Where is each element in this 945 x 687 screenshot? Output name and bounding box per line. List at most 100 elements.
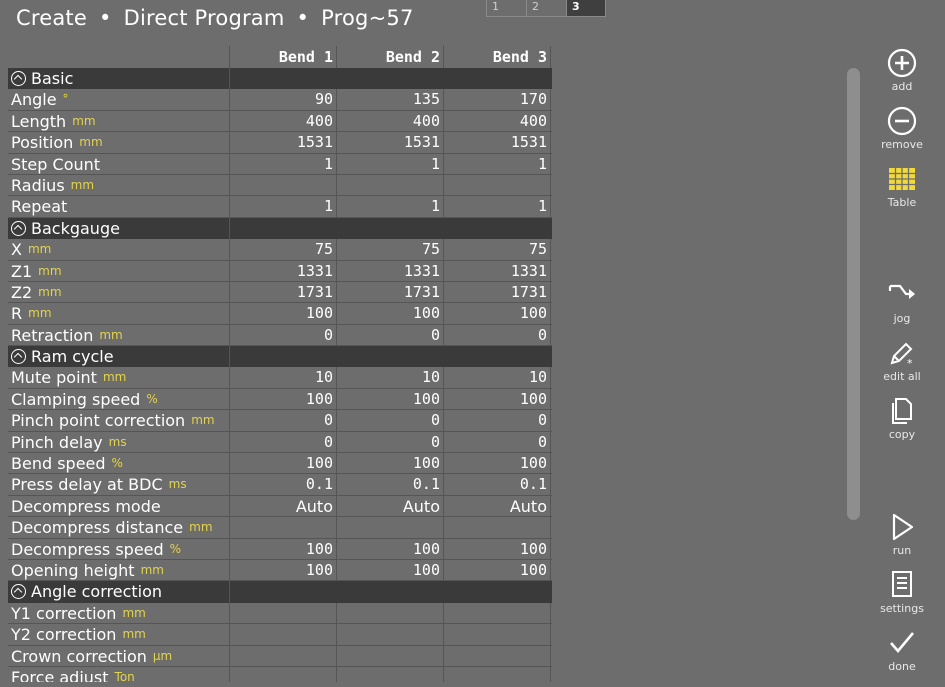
section-header[interactable]: Angle correction — [8, 581, 552, 603]
jog-button[interactable]: jog — [872, 280, 932, 325]
value-cell-bend-2[interactable]: 135 — [337, 89, 444, 110]
value-cell-bend-3[interactable]: 0 — [444, 324, 551, 346]
value-cell-bend-3[interactable]: 1731 — [444, 281, 551, 303]
value-cell-bend-2[interactable]: 100 — [337, 303, 444, 324]
section-header[interactable]: Backgauge — [8, 217, 552, 240]
value-cell-bend-3[interactable]: 1 — [444, 153, 551, 174]
value-cell-bend-1[interactable]: 0 — [230, 324, 337, 346]
value-cell-bend-2[interactable]: 0 — [337, 410, 444, 431]
value-cell-bend-3[interactable] — [444, 645, 551, 666]
value-cell-bend-1[interactable] — [230, 666, 337, 682]
value-cell-bend-1[interactable] — [230, 645, 337, 666]
parameter-label: Decompress speed% — [8, 538, 230, 559]
value-cell-bend-2[interactable]: 0.1 — [337, 474, 444, 495]
value-cell-bend-2[interactable]: 1 — [337, 153, 444, 174]
value-cell-bend-1[interactable]: 1 — [230, 196, 337, 217]
value-cell-bend-2[interactable]: Auto — [337, 495, 444, 517]
value-cell-bend-1[interactable]: 90 — [230, 89, 337, 110]
value-cell-bend-1[interactable]: 100 — [230, 303, 337, 324]
value-cell-bend-2[interactable]: 1331 — [337, 260, 444, 281]
column-header-bend-1[interactable]: Bend 1 — [230, 46, 337, 68]
value-cell-bend-1[interactable]: Auto — [230, 495, 337, 517]
collapse-icon[interactable] — [11, 71, 26, 86]
value-cell-bend-3[interactable]: 0.1 — [444, 474, 551, 495]
value-cell-bend-3[interactable]: 1331 — [444, 260, 551, 281]
value-cell-bend-2[interactable]: 0 — [337, 431, 444, 453]
value-cell-bend-2[interactable] — [337, 645, 444, 666]
value-cell-bend-3[interactable]: 10 — [444, 367, 551, 388]
value-cell-bend-2[interactable]: 100 — [337, 559, 444, 581]
value-cell-bend-2[interactable] — [337, 174, 444, 196]
collapse-icon[interactable] — [11, 584, 26, 600]
collapse-icon[interactable] — [11, 349, 26, 365]
value-cell-bend-2[interactable] — [337, 602, 444, 624]
value-cell-bend-3[interactable]: 75 — [444, 239, 551, 260]
value-cell-bend-2[interactable] — [337, 517, 444, 538]
value-cell-bend-3[interactable] — [444, 602, 551, 624]
column-header-bend-3[interactable]: Bend 3 — [444, 46, 551, 68]
value-cell-bend-1[interactable]: 0 — [230, 410, 337, 431]
copy-button[interactable]: copy — [872, 396, 932, 441]
value-cell-bend-3[interactable]: 100 — [444, 538, 551, 559]
value-cell-bend-3[interactable] — [444, 666, 551, 682]
collapse-icon[interactable] — [11, 220, 26, 236]
value-cell-bend-2[interactable] — [337, 666, 444, 682]
value-cell-bend-1[interactable]: 10 — [230, 367, 337, 388]
value-cell-bend-1[interactable]: 75 — [230, 239, 337, 260]
page-tab-3[interactable]: 3 — [566, 0, 606, 17]
section-header[interactable]: Ram cycle — [8, 346, 552, 368]
done-button[interactable]: done — [872, 628, 932, 673]
value-cell-bend-2[interactable]: 400 — [337, 110, 444, 132]
value-cell-bend-2[interactable]: 100 — [337, 538, 444, 559]
table-button[interactable]: Table — [872, 164, 932, 209]
page-tab-1[interactable]: 1 — [486, 0, 526, 17]
value-cell-bend-3[interactable]: 100 — [444, 388, 551, 410]
value-cell-bend-1[interactable]: 400 — [230, 110, 337, 132]
value-cell-bend-3[interactable]: 170 — [444, 89, 551, 110]
page-tab-2[interactable]: 2 — [526, 0, 566, 17]
edit-all-button[interactable]: * edit all — [872, 338, 932, 383]
value-cell-bend-2[interactable]: 10 — [337, 367, 444, 388]
value-cell-bend-1[interactable]: 1 — [230, 153, 337, 174]
value-cell-bend-3[interactable] — [444, 517, 551, 538]
column-header-bend-2[interactable]: Bend 2 — [337, 46, 444, 68]
value-cell-bend-1[interactable] — [230, 602, 337, 624]
value-cell-bend-1[interactable]: 1331 — [230, 260, 337, 281]
vertical-scrollbar[interactable] — [847, 68, 860, 520]
value-cell-bend-3[interactable] — [444, 174, 551, 196]
section-header[interactable]: Basic — [8, 68, 552, 90]
value-cell-bend-3[interactable]: 1 — [444, 196, 551, 217]
value-cell-bend-1[interactable] — [230, 174, 337, 196]
value-cell-bend-2[interactable]: 100 — [337, 453, 444, 474]
settings-button[interactable]: settings — [872, 570, 932, 615]
value-cell-bend-1[interactable]: 100 — [230, 559, 337, 581]
value-cell-bend-3[interactable]: 1531 — [444, 132, 551, 153]
value-cell-bend-1[interactable]: 1531 — [230, 132, 337, 153]
value-cell-bend-2[interactable] — [337, 624, 444, 645]
value-cell-bend-1[interactable]: 100 — [230, 453, 337, 474]
value-cell-bend-1[interactable]: 0 — [230, 431, 337, 453]
value-cell-bend-2[interactable]: 1531 — [337, 132, 444, 153]
run-button[interactable]: run — [872, 512, 932, 557]
value-cell-bend-2[interactable]: 75 — [337, 239, 444, 260]
value-cell-bend-3[interactable] — [444, 624, 551, 645]
remove-button[interactable]: remove — [872, 106, 932, 151]
value-cell-bend-2[interactable]: 0 — [337, 324, 444, 346]
value-cell-bend-2[interactable]: 1731 — [337, 281, 444, 303]
value-cell-bend-3[interactable]: 400 — [444, 110, 551, 132]
value-cell-bend-1[interactable]: 100 — [230, 388, 337, 410]
value-cell-bend-1[interactable]: 0.1 — [230, 474, 337, 495]
add-button[interactable]: add — [872, 48, 932, 93]
value-cell-bend-3[interactable]: 100 — [444, 453, 551, 474]
value-cell-bend-3[interactable]: 0 — [444, 431, 551, 453]
value-cell-bend-1[interactable]: 100 — [230, 538, 337, 559]
value-cell-bend-3[interactable]: Auto — [444, 495, 551, 517]
value-cell-bend-1[interactable] — [230, 517, 337, 538]
value-cell-bend-2[interactable]: 1 — [337, 196, 444, 217]
value-cell-bend-3[interactable]: 100 — [444, 303, 551, 324]
value-cell-bend-1[interactable] — [230, 624, 337, 645]
value-cell-bend-1[interactable]: 1731 — [230, 281, 337, 303]
value-cell-bend-3[interactable]: 100 — [444, 559, 551, 581]
value-cell-bend-2[interactable]: 100 — [337, 388, 444, 410]
value-cell-bend-3[interactable]: 0 — [444, 410, 551, 431]
